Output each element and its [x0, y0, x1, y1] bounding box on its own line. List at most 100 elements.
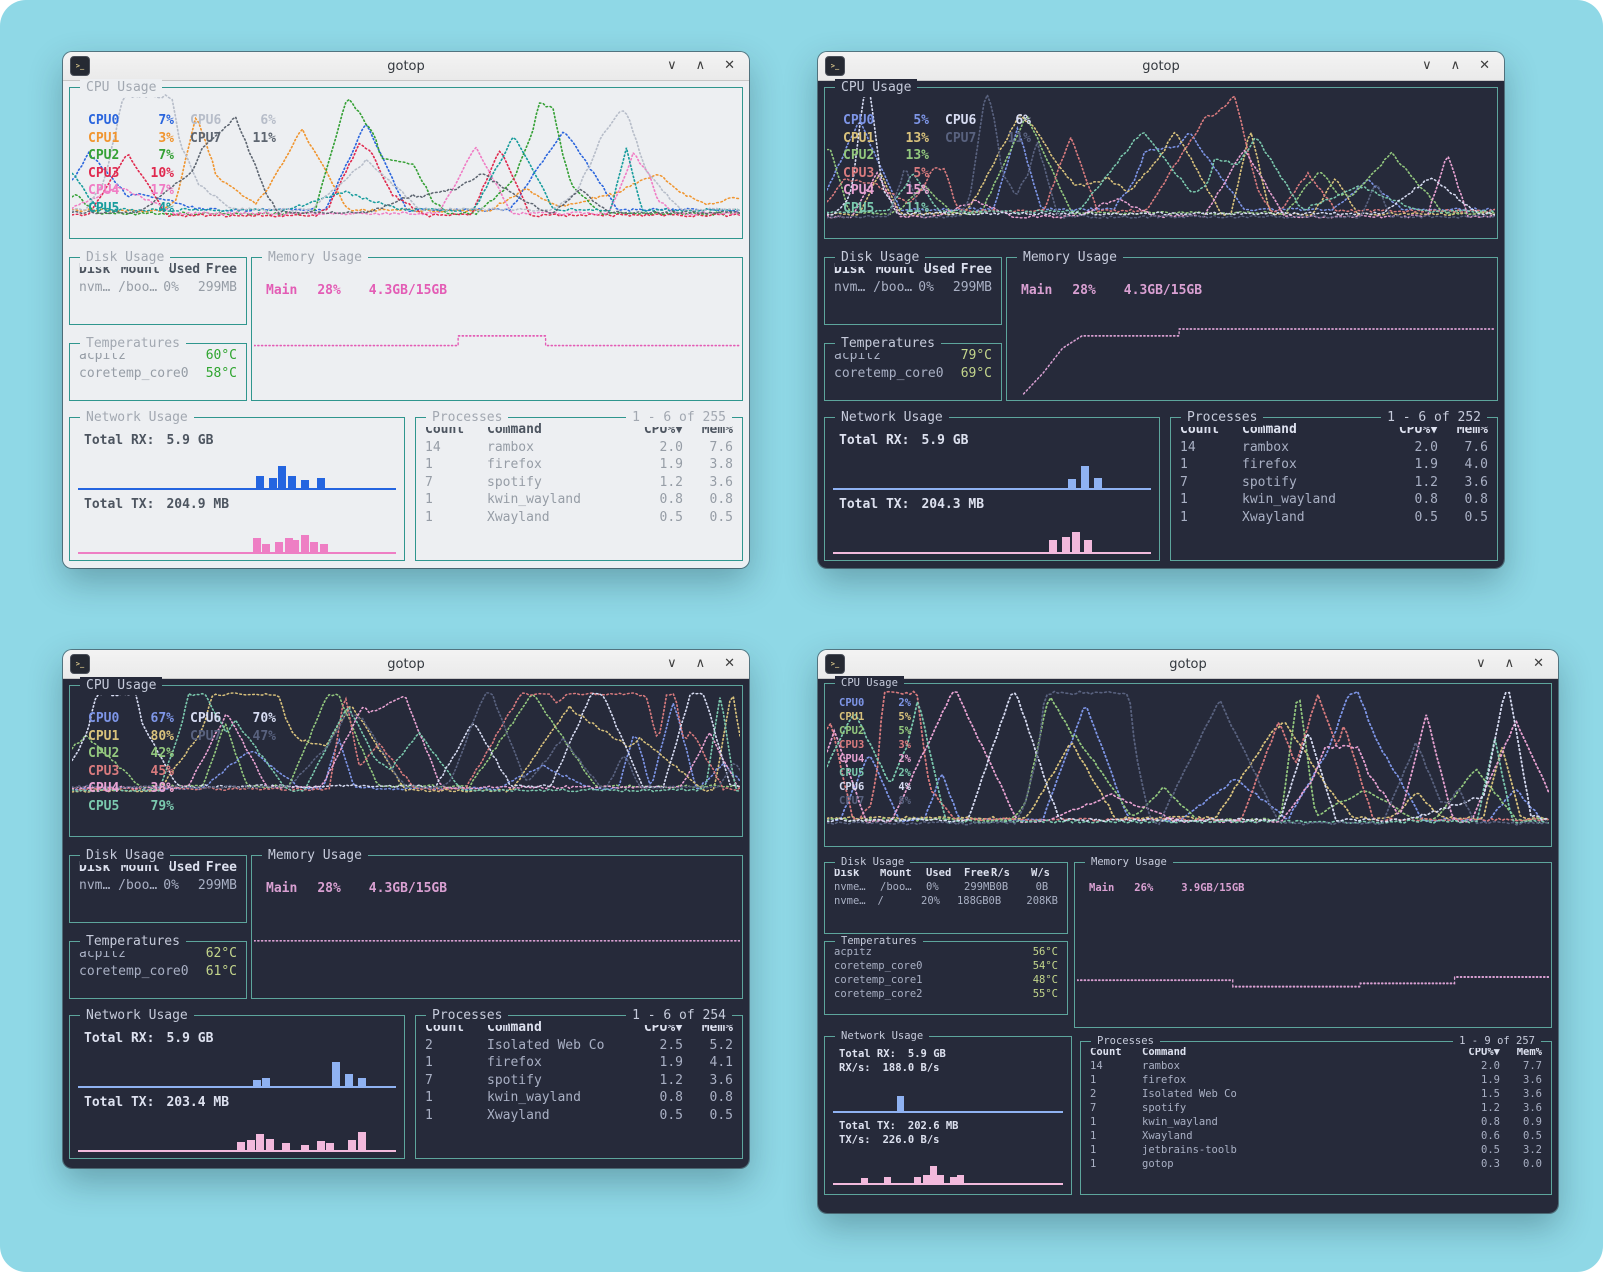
desktop: >_ gotop ∨ ∧ ✕ CPU Usage CPU07% CPU13% C…	[0, 0, 1603, 1272]
minimize-button[interactable]: ∨	[1476, 650, 1486, 678]
process-row[interactable]: 1kwin_wayland0.80.9	[1081, 1115, 1551, 1129]
cpu-legend-item: CPU113%	[843, 130, 929, 148]
process-row[interactable]: 1kwin_wayland0.80.8	[1171, 491, 1497, 509]
titlebar[interactable]: >_ gotop ∨ ∧ ✕	[818, 52, 1504, 81]
process-row[interactable]: 1gotop0.30.0	[1081, 1157, 1551, 1171]
network-usage-panel: Network Usage Total RX:5.9 GB RX/s:188.0…	[824, 1036, 1072, 1195]
process-row[interactable]: 14rambox2.07.6	[416, 439, 742, 457]
process-row[interactable]: 1firefox1.93.8	[416, 456, 742, 474]
process-row[interactable]: 1Xwayland0.50.5	[416, 509, 742, 527]
network-tx: Total TX:202.6 MB TX/s:226.0 B/s	[833, 1119, 1063, 1185]
titlebar[interactable]: >_ gotop ∨ ∧ ✕	[63, 650, 749, 679]
maximize-button[interactable]: ∧	[696, 650, 706, 678]
process-row[interactable]: 7spotify1.23.6	[1171, 474, 1497, 492]
memory-usage-panel: Memory Usage Main26%3.9GB/15GB	[1074, 862, 1552, 1028]
terminal-icon: >_	[70, 56, 90, 76]
process-row[interactable]: 1firefox1.94.0	[1171, 456, 1497, 474]
cpu-legend-item: CPU310%	[88, 165, 174, 183]
cpu-legend-item: CPU438%	[88, 780, 174, 798]
process-range: 1 - 6 of 252	[1381, 409, 1487, 427]
disk-usage-panel: Disk Usage DiskMountUsedFree nvm…/boo…0%…	[69, 855, 247, 923]
process-row[interactable]: 1Xwayland0.60.5	[1081, 1129, 1551, 1143]
process-range: 1 - 6 of 255	[626, 409, 732, 427]
memory-usage-panel: Memory Usage Main28%4.3GB/15GB	[251, 855, 743, 999]
network-tx: Total TX:203.4 MB	[78, 1094, 396, 1152]
minimize-button[interactable]: ∨	[1422, 52, 1432, 80]
close-button[interactable]: ✕	[1533, 650, 1544, 678]
cpu-usage-panel: CPU Usage CPU05% CPU113% CPU213% CPU35% …	[824, 87, 1498, 239]
process-range: 1 - 6 of 254	[626, 1007, 732, 1025]
cpu-legend-item: CPU52%	[839, 766, 911, 780]
cpu-legend-item: CPU415%	[843, 182, 929, 200]
panel-title: Memory Usage	[262, 847, 368, 865]
disk-usage-panel: Disk Usage DiskMountUsedFree nvm…/boo…0%…	[69, 257, 247, 325]
temperatures-panel: Temperatures acpitz60°C coretemp_core058…	[69, 343, 247, 401]
process-row[interactable]: 1Xwayland0.50.5	[416, 1107, 742, 1125]
terminal-content: CPU Usage CPU07% CPU13% CPU27% CPU310% C…	[63, 81, 749, 568]
close-button[interactable]: ✕	[1479, 52, 1490, 80]
process-row[interactable]: 7spotify1.23.6	[416, 474, 742, 492]
minimize-button[interactable]: ∨	[667, 52, 677, 80]
process-row[interactable]: 2Isolated Web Co2.55.2	[416, 1037, 742, 1055]
panel-title: Disk Usage	[80, 847, 170, 865]
panel-title: Temperatures	[835, 335, 941, 353]
cpu-legend-item: CPU213%	[843, 147, 929, 165]
titlebar[interactable]: >_ gotop ∨ ∧ ✕	[63, 52, 749, 81]
maximize-button[interactable]: ∧	[1451, 52, 1461, 80]
tx-graph	[833, 524, 1151, 554]
maximize-button[interactable]: ∧	[1505, 650, 1515, 678]
disk-row: nvm…/boo…0%299MB	[70, 279, 246, 297]
process-row[interactable]: 2Isolated Web Co1.53.6	[1081, 1087, 1551, 1101]
process-row[interactable]: 7spotify1.23.6	[416, 1072, 742, 1090]
process-row[interactable]: 1Xwayland0.50.5	[1171, 509, 1497, 527]
cpu-legend-item: CPU78%	[839, 794, 911, 808]
terminal-content: CPU Usage CPU05% CPU113% CPU213% CPU35% …	[818, 81, 1504, 568]
gotop-window-1: >_ gotop ∨ ∧ ✕ CPU Usage CPU07% CPU13% C…	[63, 52, 749, 568]
cpu-legend-item: CPU711%	[945, 130, 1031, 148]
network-rx: Total RX:5.9 GB	[78, 432, 396, 490]
cpu-legend: CPU05% CPU113% CPU213% CPU35% CPU415% CP…	[843, 112, 1031, 217]
gotop-window-3: >_ gotop ∨ ∧ ✕ CPU Usage CPU067% CPU180%…	[63, 650, 749, 1168]
process-row[interactable]: 14rambox2.07.6	[1171, 439, 1497, 457]
cpu-graph	[827, 686, 1549, 844]
memory-readout: Main26%3.9GB/15GB	[1089, 881, 1244, 895]
disk-usage-panel: Disk Usage DiskMountUsedFree nvm…/boo…0%…	[824, 257, 1002, 325]
panel-title: CPU Usage	[835, 79, 917, 97]
cpu-legend-item: CPU747%	[190, 728, 276, 746]
temperature-row: coretemp_core255°C	[825, 987, 1067, 1001]
process-row[interactable]: 1kwin_wayland0.80.8	[416, 491, 742, 509]
panel-title: CPU Usage	[80, 677, 162, 695]
memory-graph	[1009, 260, 1495, 398]
process-row[interactable]: 7spotify1.23.6	[1081, 1101, 1551, 1115]
minimize-button[interactable]: ∨	[667, 650, 677, 678]
panel-title: Processes	[426, 1007, 508, 1025]
panel-title: Network Usage	[80, 1007, 194, 1025]
titlebar[interactable]: >_ gotop ∨ ∧ ✕	[818, 650, 1558, 679]
processes-panel: Processes 1 - 6 of 255 CountCommandCPU%▼…	[415, 417, 743, 561]
terminal-icon: >_	[70, 654, 90, 674]
process-row[interactable]: 1firefox1.94.1	[416, 1054, 742, 1072]
process-row[interactable]: 1kwin_wayland0.80.8	[416, 1089, 742, 1107]
process-row[interactable]: 14rambox2.07.7	[1081, 1059, 1551, 1073]
rx-graph	[78, 460, 396, 490]
process-row[interactable]: 1jetbrains-toolb0.53.2	[1081, 1143, 1551, 1157]
process-row[interactable]: 1firefox1.93.6	[1081, 1073, 1551, 1087]
cpu-legend-item: CPU64%	[839, 780, 911, 794]
terminal-content: CPU Usage CPU02% CPU15% CPU25% CPU33% CP…	[818, 679, 1558, 1213]
tx-graph	[78, 524, 396, 554]
memory-readout: Main28%4.3GB/15GB	[266, 880, 447, 898]
rx-graph	[78, 1058, 396, 1088]
cpu-legend-item: CPU42%	[839, 752, 911, 766]
window-title: gotop	[63, 59, 749, 74]
close-button[interactable]: ✕	[724, 650, 735, 678]
memory-readout: Main28%4.3GB/15GB	[1021, 282, 1202, 300]
panel-title: Processes	[426, 409, 508, 427]
panel-title: Memory Usage	[1085, 855, 1173, 869]
panel-title: Disk Usage	[835, 855, 910, 869]
close-button[interactable]: ✕	[724, 52, 735, 80]
processes-panel: Processes 1 - 6 of 254 CountCommandCPU%▼…	[415, 1015, 743, 1159]
maximize-button[interactable]: ∧	[696, 52, 706, 80]
cpu-legend: CPU067% CPU180% CPU242% CPU345% CPU438% …	[88, 710, 276, 815]
temperature-row: coretemp_core054°C	[825, 959, 1067, 973]
temperature-row: coretemp_core069°C	[825, 365, 1001, 383]
